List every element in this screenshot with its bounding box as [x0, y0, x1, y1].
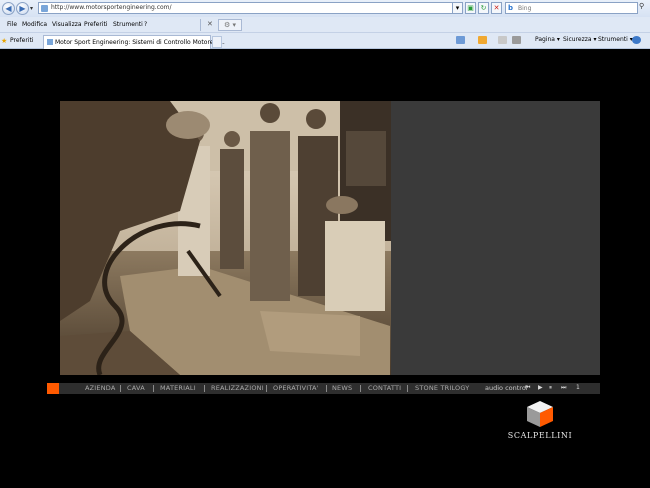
site-navigation: AZIENDA CAVA MATERIALI REALIZZAZIONI OPE…	[47, 383, 600, 394]
tab-bar: ★ Preferiti Motor Sport Engineering: Sis…	[0, 33, 650, 49]
nav-operativita[interactable]: OPERATIVITA'	[273, 384, 319, 392]
page-icon	[41, 5, 48, 12]
nav-contatti[interactable]: CONTATTI	[368, 384, 401, 392]
close-toolbar-icon[interactable]: ✕	[207, 20, 213, 28]
bing-icon: b	[508, 4, 514, 12]
audio-track-number: 1	[576, 384, 580, 391]
audio-control-label: audio control	[485, 384, 528, 392]
menu-visualizza[interactable]: Visualizza	[52, 21, 82, 28]
search-icon[interactable]: ⚲	[639, 2, 648, 14]
page-icon	[47, 39, 53, 45]
nav-stone-trilogy[interactable]: STONE TRILOGY	[415, 384, 469, 392]
nav-materiali[interactable]: MATERIALI	[160, 384, 196, 392]
favorites-button[interactable]: Preferiti	[10, 37, 34, 44]
menu-divider	[200, 19, 201, 31]
mail-icon[interactable]	[498, 36, 507, 44]
next-icon[interactable]: ⏭	[561, 384, 566, 392]
web-page: AZIENDA CAVA MATERIALI REALIZZAZIONI OPE…	[0, 49, 650, 488]
menu-modifica[interactable]: Modifica	[22, 21, 47, 28]
gear-icon[interactable]: ⚙ ▾	[218, 19, 242, 31]
nav-divider	[360, 385, 361, 392]
address-bar[interactable]: http://www.motorsportengineering.com/	[38, 2, 460, 14]
address-bar-url[interactable]: http://www.motorsportengineering.com/	[51, 4, 172, 11]
help-icon[interactable]	[632, 36, 641, 44]
search-input[interactable]	[518, 4, 633, 13]
menu-help[interactable]: ?	[144, 21, 147, 28]
nav-accent-square	[47, 383, 59, 394]
star-icon[interactable]: ★	[1, 37, 7, 45]
previous-icon[interactable]: ⏮	[525, 384, 530, 392]
menu-strumenti[interactable]: Strumenti	[113, 21, 143, 28]
stop-icon[interactable]: ✕	[491, 2, 502, 14]
browser-chrome: ◀ ▶ ▾ http://www.motorsportengineering.c…	[0, 0, 650, 49]
pause-icon[interactable]: ⏸	[549, 384, 552, 392]
nav-realizzazioni[interactable]: REALIZZAZIONI	[211, 384, 264, 392]
search-box[interactable]: b	[505, 2, 638, 14]
arrow-right-icon: ▶	[19, 4, 26, 13]
scalpellini-logo[interactable]: SCALPELLINI	[505, 400, 575, 446]
history-dropdown-icon[interactable]: ▾	[30, 5, 33, 12]
nav-divider	[204, 385, 205, 392]
nav-news[interactable]: NEWS	[332, 384, 352, 392]
security-menu-button[interactable]: Sicurezza ▾	[563, 36, 597, 43]
menu-bar: File Modifica Visualizza Preferiti Strum…	[0, 17, 650, 33]
home-icon[interactable]	[456, 36, 465, 44]
nav-divider	[326, 385, 327, 392]
menu-file[interactable]: File	[7, 21, 17, 28]
page-menu-button[interactable]: Pagina ▾	[535, 36, 560, 43]
menu-preferiti[interactable]: Preferiti	[84, 21, 108, 28]
address-row: ◀ ▶ ▾ http://www.motorsportengineering.c…	[0, 0, 650, 17]
content-panel	[391, 101, 600, 375]
tab-motor-sport-engineering[interactable]: Motor Sport Engineering: Sistemi di Cont…	[43, 35, 225, 49]
hero-photo	[60, 101, 391, 375]
logo-text: SCALPELLINI	[507, 431, 573, 440]
play-icon[interactable]: ▶	[538, 384, 543, 391]
new-tab-button[interactable]	[212, 36, 222, 48]
nav-cava[interactable]: CAVA	[127, 384, 145, 392]
tools-menu-button[interactable]: Strumenti ▾	[598, 36, 633, 43]
print-icon[interactable]	[512, 36, 521, 44]
nav-azienda[interactable]: AZIENDA	[85, 384, 116, 392]
nav-divider	[407, 385, 408, 392]
forward-button[interactable]: ▶	[16, 2, 29, 15]
feeds-icon[interactable]	[478, 36, 487, 44]
nav-divider	[120, 385, 121, 392]
stonemasons-photo	[60, 101, 391, 375]
nav-divider	[153, 385, 154, 392]
refresh-icon[interactable]: ↻	[478, 2, 489, 14]
back-button[interactable]: ◀	[2, 2, 15, 15]
cube-logo-icon	[527, 401, 553, 427]
nav-divider	[266, 385, 267, 392]
address-dropdown-icon[interactable]: ▾	[452, 2, 463, 14]
arrow-left-icon: ◀	[5, 4, 12, 13]
tab-title: Motor Sport Engineering: Sistemi di Cont…	[55, 39, 225, 46]
compatibility-icon[interactable]: ▣	[465, 2, 476, 14]
